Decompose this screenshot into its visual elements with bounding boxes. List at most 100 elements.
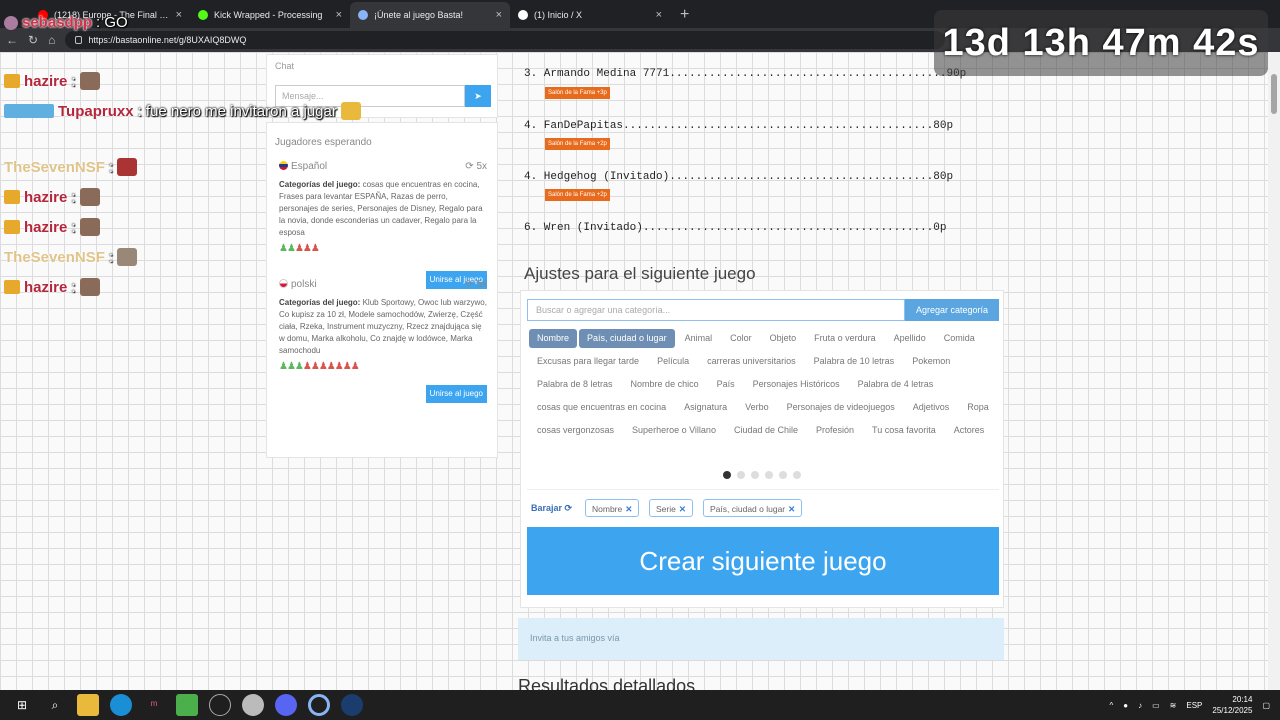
category-option[interactable]: cosas que encuentras en cocina [529,398,674,417]
back-icon[interactable]: ← [6,33,18,47]
browser-tab[interactable]: Kick Wrapped - Processing × [190,2,350,28]
venezuela-flag-icon [279,161,288,170]
file-explorer-icon[interactable] [77,694,99,716]
chosen-category-chip: Serie ✕ [649,499,693,517]
waiting-game: Español ⟳ 5x Categorías del juego: cosas … [279,161,487,289]
close-icon[interactable]: × [656,9,662,21]
chrome-icon[interactable] [308,694,330,716]
url-field[interactable]: https://bastaonline.net/g/8UXAIQ8DWQ [65,31,946,49]
edge-icon[interactable] [110,694,132,716]
overlay-chat-message: sebasdpp: GO [4,14,128,31]
app-icon[interactable] [209,694,231,716]
category-option[interactable]: País, ciudad o lugar [579,329,675,348]
category-option[interactable]: Palabra de 4 letras [850,375,942,394]
category-option[interactable]: Película [649,352,697,371]
category-option[interactable]: Nombre de chico [623,375,707,394]
new-tab-button[interactable]: + [670,2,699,28]
emote-icon [117,158,138,176]
category-option[interactable]: Palabra de 10 letras [806,352,903,371]
windows-start-icon[interactable]: ⊞ [11,694,33,716]
category-option[interactable]: Verbo [737,398,777,417]
vertical-scrollbar[interactable] [1268,52,1280,690]
results-title: Resultados detallados [518,676,696,690]
category-option[interactable]: Personajes de videojuegos [779,398,903,417]
home-icon[interactable]: ⌂ [48,33,55,47]
send-icon[interactable]: ➤ [465,85,491,107]
category-option[interactable]: Comida [936,329,983,348]
app-icon[interactable]: ᵐ [143,694,165,716]
category-option[interactable]: Pokemon [904,352,958,371]
invite-box: Invita a tus amigos vía [518,618,1004,660]
scroll-thumb[interactable] [1271,74,1277,114]
category-option[interactable]: Personajes Históricos [745,375,848,394]
close-icon[interactable]: × [496,9,502,21]
close-icon[interactable]: × [336,9,342,21]
reload-icon[interactable]: ↻ [28,33,38,47]
category-option[interactable]: Ciudad de Chile [726,421,806,440]
overlay-chat-message: hazire: [4,218,100,236]
cat-emote-icon [79,72,100,90]
chevron-up-icon[interactable]: ^ [1110,701,1114,710]
category-option[interactable]: Superheroe o Villano [624,421,724,440]
ranking-row: 6. Wren (Invitado)......................… [524,222,947,234]
browser-tab[interactable]: (1) Inicio / X × [510,2,670,28]
remove-icon[interactable]: ✕ [679,504,686,514]
category-option[interactable]: Excusas para llegar tarde [529,352,647,371]
join-game-button[interactable]: Unirse al juego [425,385,487,403]
x-logo-icon [518,10,528,20]
category-option[interactable]: cosas vergonzosas [529,421,622,440]
chosen-category-chip: Nombre ✕ [585,499,640,517]
category-option[interactable]: Animal [677,329,721,348]
page-dot[interactable] [751,471,759,479]
emote-icon [117,248,138,266]
category-option[interactable]: Palabra de 8 letras [529,375,621,394]
category-option[interactable]: Objeto [762,329,805,348]
countdown-timer: 13d 13h 47m 42s [934,10,1268,76]
notification-icon[interactable]: ▢ [1262,701,1270,710]
category-option[interactable]: Asignatura [676,398,735,417]
category-option[interactable]: Nombre [529,329,578,348]
category-option[interactable]: País [709,375,743,394]
shuffle-button[interactable]: Barajar ⟳ [531,503,572,514]
app-icon[interactable] [242,694,264,716]
remove-icon[interactable]: ✕ [788,504,795,514]
category-option[interactable]: Tu cosa favorita [864,421,944,440]
steam-icon[interactable] [341,694,363,716]
page-dot[interactable] [737,471,745,479]
add-category-button[interactable]: Agregar categoría [905,299,999,321]
avatar [4,15,18,30]
category-option[interactable]: Fruta o verdura [806,329,884,348]
browser-tab-active[interactable]: ¡Únete al juego Basta! × [350,2,510,28]
network-icon[interactable]: ▭ [1152,701,1160,710]
page-dot[interactable] [779,471,787,479]
page-dot[interactable] [765,471,773,479]
category-option[interactable]: Adjetivos [905,398,958,417]
mic-icon[interactable]: ● [1123,701,1128,710]
speaker-icon[interactable]: ♪ [1138,701,1142,710]
crown-badge-icon [4,220,20,234]
category-search-input[interactable]: Buscar o agregar una categoría... [527,299,905,321]
fame-badge: Salón de la Fama +2p [545,138,610,150]
category-option[interactable]: Ropa [959,398,997,417]
search-icon[interactable]: ⌕ [44,694,66,716]
create-next-game-button[interactable]: Crear siguiente juego [527,527,999,595]
page-dot[interactable] [793,471,801,479]
player-slots: ♟♟♟♟♟♟♟♟♟♟ [279,361,360,372]
taskbar: ⊞ ⌕ ᵐ ^ ● ♪ ▭ ≋ ESP 20:14 25/12/2025 ▢ [0,690,1280,720]
clock[interactable]: 20:14 25/12/2025 [1212,694,1252,716]
remove-icon[interactable]: ✕ [625,504,632,514]
app-icon[interactable] [176,694,198,716]
category-option[interactable]: Color [722,329,760,348]
crown-badge-icon [4,280,20,294]
category-option[interactable]: carreras universitarios [699,352,804,371]
category-option[interactable]: Actores [946,421,993,440]
discord-icon[interactable] [275,694,297,716]
chosen-category-chip: País, ciudad o lugar ✕ [703,499,803,517]
wifi-icon[interactable]: ≋ [1170,701,1177,710]
category-option[interactable]: Apellido [886,329,934,348]
page-dot[interactable] [723,471,731,479]
overlay-chat-message: hazire: [4,278,100,296]
category-option[interactable]: Profesión [808,421,862,440]
emote-icon [340,102,361,120]
close-icon[interactable]: × [176,9,182,21]
